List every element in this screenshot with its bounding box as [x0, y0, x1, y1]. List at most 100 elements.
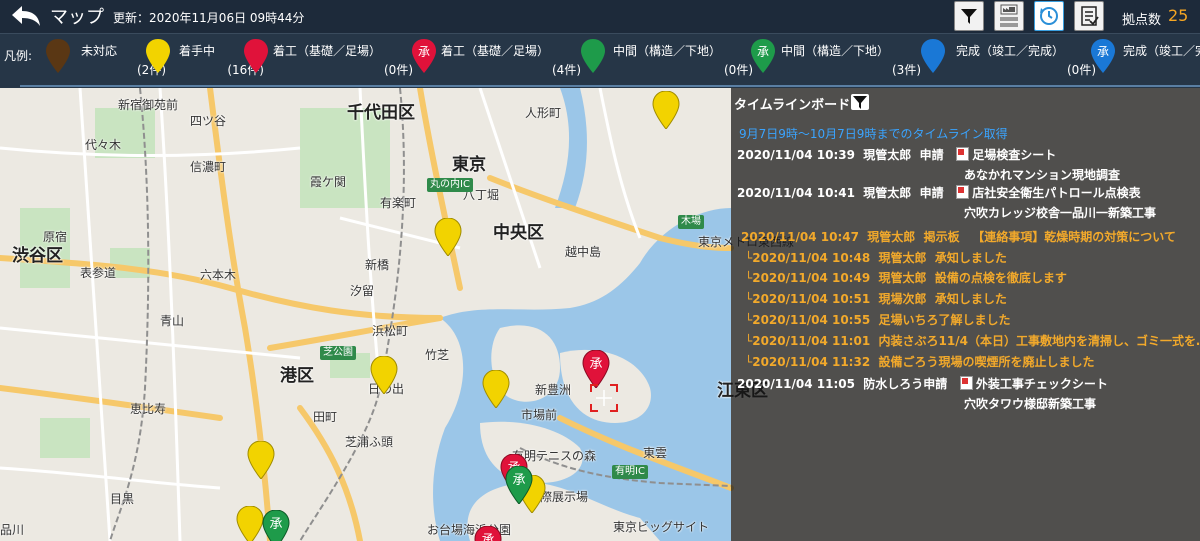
map-pin-in-progress[interactable] — [370, 356, 398, 394]
history-button[interactable] — [1034, 1, 1064, 31]
legend-item-name: 未対応 — [81, 44, 118, 58]
timeline-entry[interactable]: 2020/11/04 11:05 防水しろう申請 外装工事チェックシート — [737, 375, 1108, 392]
timeline-entry[interactable]: 2020/11/04 10:47 現管太郎 掲示板 【連絡事項】乾燥時期の対策に… — [741, 228, 1176, 245]
timeline-document[interactable]: 外装工事チェックシート — [976, 377, 1108, 391]
place-label: 表参道 — [80, 266, 117, 280]
timeline-entry[interactable]: └2020/11/04 10:51 現場次郎 承知しました — [745, 290, 1007, 307]
history-icon — [1040, 7, 1058, 25]
timeline-user: 現管太郎 — [863, 148, 912, 162]
svg-text:承: 承 — [589, 357, 602, 372]
timeline-user: 現管太郎 — [867, 230, 916, 244]
timeline-time: └2020/11/04 10:49 — [745, 271, 871, 285]
checklist-icon — [1081, 6, 1099, 26]
map-pin-approved-foundation[interactable]: 承 — [474, 526, 502, 541]
legend-pin-icon — [921, 39, 945, 73]
svg-text:承: 承 — [512, 473, 525, 488]
timeline-entry[interactable]: └2020/11/04 10:55 足場いちろ了解しました — [745, 311, 1011, 328]
map-pin-approved-foundation[interactable]: 承 — [582, 350, 610, 388]
place-label: 霞ケ関 — [310, 175, 347, 189]
timeline-user: 足場いちろ了解しました — [878, 313, 1011, 327]
place-label: 東京 — [452, 155, 486, 175]
place-label: 芝浦ふ頭 — [345, 435, 394, 449]
timeline-user: 防水しろう申請 — [863, 377, 948, 391]
top-bar: マップ 更新：2020年11月06日 09時44分 拠点数 25 — [0, 0, 1200, 33]
place-label: 青山 — [160, 314, 185, 328]
legend-item-count: (0件) — [1067, 63, 1096, 77]
timeline-filter-button[interactable] — [851, 94, 869, 110]
legend-pin-icon: 承 — [1091, 39, 1115, 73]
place-label: 浜松町 — [372, 324, 409, 338]
timeline-time: 2020/11/04 10:41 — [737, 186, 855, 200]
legend-item-count: (3件) — [892, 63, 921, 77]
legend-item-name: 完成（竣工／完成） — [1123, 44, 1200, 58]
map-pin-in-progress[interactable] — [482, 370, 510, 408]
timeline-site: 穴吹カレッジ校舎一品川一新築工事 — [964, 206, 1157, 220]
timeline-document[interactable]: 【連絡事項】乾燥時期の対策について — [972, 230, 1176, 244]
timeline-entry[interactable]: └2020/11/04 11:01 内装さぶろ11/4（本日）工事敷地内を清掃し… — [745, 332, 1200, 349]
timeline-entry[interactable]: └2020/11/04 10:48 現管太郎 承知しました — [745, 249, 1007, 266]
map-pin-in-progress[interactable] — [652, 91, 680, 129]
timeline-time: └2020/11/04 11:32 — [745, 355, 871, 369]
place-label: 千代田区 — [347, 103, 415, 123]
map-pin-approved-intermediate[interactable]: 承 — [262, 510, 290, 541]
place-label: 信濃町 — [190, 160, 227, 174]
expressway-badge: 芝公園 — [320, 346, 356, 360]
checklist-button[interactable] — [1074, 1, 1104, 31]
expressway-badge: 有明IC — [612, 465, 648, 479]
timeline-entry[interactable]: 2020/11/04 10:41 現管太郎 申請 店社安全衛生パトロール点検表 — [737, 184, 1141, 201]
place-label: 六本木 — [200, 268, 237, 282]
factory-icon — [1000, 4, 1018, 27]
document-icon — [956, 185, 970, 199]
site-count-value: 25 — [1168, 6, 1189, 25]
filter-icon — [853, 96, 867, 109]
legend-item-count: (0件) — [384, 63, 413, 77]
place-label: 原宿 — [43, 230, 68, 244]
legend-pin-icon: 承 — [412, 39, 436, 73]
updated-timestamp: 更新：2020年11月06日 09時44分 — [113, 11, 305, 25]
timeline-entry[interactable]: 2020/11/04 10:39 現管太郎 申請 足場検査シート — [737, 146, 1056, 163]
timeline-user: 現場次郎 — [878, 292, 927, 306]
timeline-document[interactable]: 店社安全衛生パトロール点検表 — [972, 186, 1140, 200]
toggle-factory-button[interactable] — [994, 1, 1024, 31]
timeline-user: 現管太郎 — [878, 271, 927, 285]
place-label: 有楽町 — [380, 196, 417, 210]
legend-item-count: (0件) — [724, 63, 753, 77]
map-pin-in-progress[interactable] — [434, 218, 462, 256]
legend-item-name: 中間（構造／下地） — [781, 44, 890, 58]
map-pin-in-progress[interactable] — [247, 441, 275, 479]
map-pin-in-progress[interactable] — [236, 506, 264, 541]
legend-item-name: 着手中 — [179, 44, 216, 58]
back-arrow-icon — [12, 6, 40, 26]
place-label: 新宿御苑前 — [118, 98, 179, 112]
timeline-document[interactable]: 足場検査シート — [972, 148, 1056, 162]
map-pin-approved-intermediate[interactable]: 承 — [505, 466, 533, 504]
legend-item-count: (0件) — [1123, 61, 1200, 78]
place-label: 汐留 — [350, 284, 375, 298]
timeline-user: 内装さぶろ11/4（本日）工事敷地内を清掃し、ゴミ一式を… — [878, 334, 1200, 348]
place-label: 四ツ谷 — [190, 114, 227, 128]
timeline-user: 設備ごろう現場の喫煙所を廃止しました — [878, 355, 1095, 369]
timeline-user: 現管太郎 — [878, 251, 927, 265]
place-label: 田町 — [313, 410, 338, 424]
timeline-time: 2020/11/04 10:39 — [737, 148, 855, 162]
timeline-action: 承知しました — [934, 251, 1007, 265]
place-label: 中央区 — [493, 223, 544, 243]
timeline-action: 設備の点検を徹底します — [934, 271, 1067, 285]
timeline-time: └2020/11/04 11:01 — [745, 334, 871, 348]
filter-button[interactable] — [954, 1, 984, 31]
expressway-badge: 丸の内IC — [427, 178, 473, 192]
timeline-entry[interactable]: └2020/11/04 10:49 現管太郎 設備の点検を徹底します — [745, 269, 1067, 286]
place-label: 竹芝 — [425, 348, 450, 362]
legend-pin-icon — [581, 39, 605, 73]
timeline-site: 穴吹タワウ様邸新築工事 — [964, 397, 1097, 411]
place-label: 新豊洲 — [535, 383, 572, 397]
timeline-time: 2020/11/04 10:47 — [741, 230, 859, 244]
document-icon — [959, 376, 973, 390]
timeline-time: └2020/11/04 10:55 — [745, 313, 871, 327]
timeline-board: タイムラインボード 9月7日9時〜10月7日9時までのタイムライン取得 2020… — [731, 88, 1200, 541]
back-button[interactable] — [10, 3, 44, 29]
place-label: 新橋 — [365, 258, 390, 272]
timeline-entry[interactable]: └2020/11/04 11:32 設備ごろう現場の喫煙所を廃止しました — [745, 353, 1095, 370]
legend-pin-icon — [46, 39, 70, 73]
timeline-time: └2020/11/04 10:48 — [745, 251, 871, 265]
